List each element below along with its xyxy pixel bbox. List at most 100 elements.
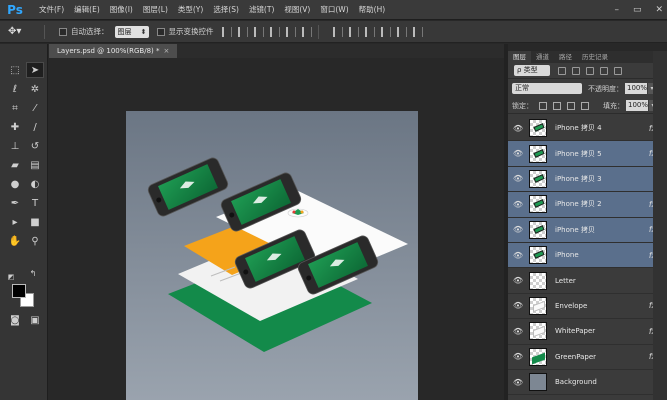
distribute-hcenter-icon[interactable] bbox=[396, 26, 407, 37]
filter-type-icon[interactable] bbox=[586, 66, 594, 75]
pen-tool-icon[interactable]: ✒ bbox=[6, 195, 24, 211]
panel-scrollbar[interactable] bbox=[653, 51, 667, 400]
tab-channels[interactable]: 通道 bbox=[531, 51, 554, 63]
layer-filter-dropdown[interactable]: ρ 类型 bbox=[514, 65, 550, 76]
move-tool-icon[interactable]: ✥▾ bbox=[8, 26, 38, 37]
eraser-tool-icon[interactable]: ▰ bbox=[6, 157, 24, 173]
layer-name: iPhone 拷贝 5 bbox=[555, 149, 602, 158]
swap-colors-icon[interactable]: ↰ bbox=[28, 268, 38, 278]
shape-tool-icon[interactable]: ■ bbox=[26, 214, 44, 230]
filter-smart-object-icon[interactable] bbox=[614, 66, 622, 75]
hand-tool-icon[interactable]: ✋ bbox=[6, 233, 24, 249]
distribute-vcenter-icon[interactable] bbox=[348, 26, 359, 37]
crop-tool-icon[interactable]: ⌗ bbox=[6, 100, 24, 116]
visibility-eye-icon[interactable]: 👁 bbox=[508, 378, 528, 387]
lasso-tool-icon[interactable]: ℓ bbox=[6, 81, 24, 97]
visibility-eye-icon[interactable]: 👁 bbox=[508, 149, 528, 158]
canvas-artwork bbox=[126, 111, 418, 400]
marquee-tool-icon[interactable]: ⬚ bbox=[6, 62, 24, 78]
close-button[interactable]: ✕ bbox=[655, 5, 663, 15]
document-canvas[interactable] bbox=[126, 111, 418, 400]
menu-item[interactable]: 窗口(W) bbox=[315, 0, 353, 20]
tab-layers[interactable]: 图层 bbox=[508, 51, 531, 63]
history-brush-tool-icon[interactable]: ↺ bbox=[26, 138, 44, 154]
visibility-eye-icon[interactable]: 👁 bbox=[508, 276, 528, 285]
layer-row[interactable]: 👁GreenPaperfx bbox=[508, 344, 667, 370]
brush-tool-icon[interactable]: / bbox=[26, 119, 44, 135]
menu-item[interactable]: 滤镜(T) bbox=[244, 0, 279, 20]
layer-row[interactable]: 👁iPhone 拷贝 4fx bbox=[508, 115, 667, 142]
lock-transparent-icon[interactable] bbox=[539, 101, 547, 110]
visibility-eye-icon[interactable]: 👁 bbox=[508, 301, 528, 310]
opacity-input[interactable]: 100% bbox=[625, 83, 647, 94]
layer-row[interactable]: 👁WhitePaperfx bbox=[508, 318, 667, 345]
layer-filter-row: ρ 类型 bbox=[508, 63, 667, 79]
menu-item[interactable]: 帮助(H) bbox=[354, 0, 391, 20]
menu-item[interactable]: 编辑(E) bbox=[69, 0, 105, 20]
menu-item[interactable]: 文件(F) bbox=[34, 0, 69, 20]
quick-mask-icon[interactable]: ◙ bbox=[6, 312, 24, 328]
align-left-icon[interactable] bbox=[269, 26, 280, 37]
zoom-tool-icon[interactable]: ⚲ bbox=[26, 233, 44, 249]
menu-item[interactable]: 图像(I) bbox=[105, 0, 138, 20]
dodge-tool-icon[interactable]: ◐ bbox=[26, 176, 44, 192]
distribute-top-icon[interactable] bbox=[332, 26, 343, 37]
clone-stamp-tool-icon[interactable]: ⊥ bbox=[6, 138, 24, 154]
lock-position-icon[interactable] bbox=[567, 101, 575, 110]
align-bottom-icon[interactable] bbox=[253, 26, 264, 37]
move-tool-icon[interactable]: ➤ bbox=[26, 62, 44, 78]
filter-shape-icon[interactable] bbox=[600, 66, 608, 75]
visibility-eye-icon[interactable]: 👁 bbox=[508, 352, 528, 361]
visibility-eye-icon[interactable]: 👁 bbox=[508, 200, 528, 209]
path-selection-tool-icon[interactable]: ▸ bbox=[6, 214, 24, 230]
layer-row[interactable]: 👁iPhone 拷贝 5fx bbox=[508, 141, 667, 167]
gradient-tool-icon[interactable]: ▤ bbox=[26, 157, 44, 173]
auto-select-dropdown[interactable]: 图层 bbox=[114, 25, 149, 38]
auto-select-checkbox[interactable] bbox=[59, 27, 67, 36]
distribute-left-icon[interactable] bbox=[380, 26, 391, 37]
visibility-eye-icon[interactable]: 👁 bbox=[508, 124, 528, 133]
visibility-eye-icon[interactable]: 👁 bbox=[508, 174, 528, 183]
minimize-button[interactable]: – bbox=[614, 5, 619, 15]
magic-wand-tool-icon[interactable]: ✲ bbox=[26, 81, 44, 97]
show-transform-checkbox[interactable] bbox=[156, 27, 165, 36]
layer-row[interactable]: 👁iPhonefx bbox=[508, 242, 667, 269]
screen-mode-icon[interactable]: ▣ bbox=[26, 312, 44, 328]
eyedropper-tool-icon[interactable]: ⁄ bbox=[26, 100, 44, 116]
filter-pixel-icon[interactable] bbox=[558, 66, 566, 75]
fill-input[interactable]: 100% bbox=[626, 100, 648, 111]
layer-row[interactable]: 👁 Letter bbox=[508, 268, 667, 294]
lock-image-icon[interactable] bbox=[553, 101, 561, 110]
menu-item[interactable]: 视图(V) bbox=[279, 0, 315, 20]
align-hcenter-icon[interactable] bbox=[285, 26, 296, 37]
lock-all-icon[interactable] bbox=[581, 101, 589, 110]
layer-row[interactable]: 👁 Background bbox=[508, 369, 667, 396]
layer-row[interactable]: 👁Envelopefx bbox=[508, 293, 667, 320]
layer-row[interactable]: 👁iPhone 拷贝fx bbox=[508, 217, 667, 243]
healing-brush-tool-icon[interactable]: ✚ bbox=[6, 119, 24, 135]
filter-adjustment-icon[interactable] bbox=[572, 66, 580, 75]
layer-row[interactable]: 👁 iPhone 拷贝 3 bbox=[508, 166, 667, 193]
document-tab[interactable]: Layers.psd @ 100%(RGB/8) * × bbox=[49, 44, 178, 58]
menu-item[interactable]: 图层(L) bbox=[138, 0, 173, 20]
visibility-eye-icon[interactable]: 👁 bbox=[508, 327, 528, 336]
visibility-eye-icon[interactable]: 👁 bbox=[508, 225, 528, 234]
blur-tool-icon[interactable]: ● bbox=[6, 176, 24, 192]
align-top-icon[interactable] bbox=[221, 26, 232, 37]
align-right-icon[interactable] bbox=[301, 26, 312, 37]
close-tab-icon[interactable]: × bbox=[163, 47, 169, 55]
layer-row[interactable]: 👁iPhone 拷贝 2fx bbox=[508, 191, 667, 218]
default-colors-icon[interactable]: ◩ bbox=[6, 272, 16, 282]
visibility-eye-icon[interactable]: 👁 bbox=[508, 251, 528, 260]
align-vcenter-icon[interactable] bbox=[237, 26, 248, 37]
blend-mode-dropdown[interactable]: 正常 bbox=[512, 83, 582, 94]
menu-item[interactable]: 选择(S) bbox=[208, 0, 244, 20]
tab-paths[interactable]: 路径 bbox=[554, 51, 577, 63]
distribute-right-icon[interactable] bbox=[412, 26, 423, 37]
restore-button[interactable]: ▭ bbox=[633, 5, 642, 15]
type-tool-icon[interactable]: T bbox=[26, 195, 44, 211]
menu-item[interactable]: 类型(Y) bbox=[173, 0, 208, 20]
foreground-color-swatch[interactable] bbox=[12, 284, 26, 298]
distribute-bottom-icon[interactable] bbox=[364, 26, 375, 37]
tab-history[interactable]: 历史记录 bbox=[577, 51, 613, 63]
